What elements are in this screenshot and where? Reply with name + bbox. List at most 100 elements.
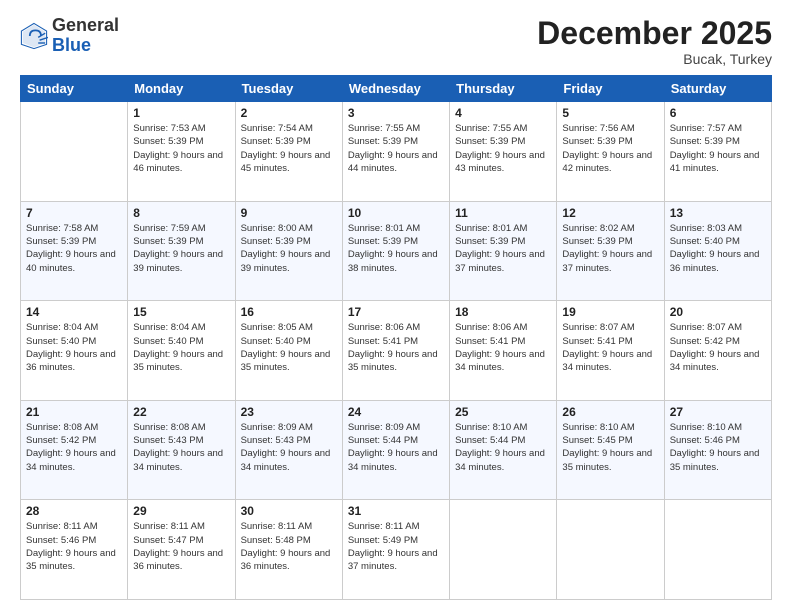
cell-info: Sunrise: 8:06 AMSunset: 5:41 PMDaylight:… xyxy=(455,321,551,374)
day-cell: 18 Sunrise: 8:06 AMSunset: 5:41 PMDayligh… xyxy=(450,301,557,401)
day-cell: 20 Sunrise: 8:07 AMSunset: 5:42 PMDayligh… xyxy=(664,301,771,401)
cell-info: Sunrise: 7:58 AMSunset: 5:39 PMDaylight:… xyxy=(26,222,122,275)
cell-info: Sunrise: 8:09 AMSunset: 5:44 PMDaylight:… xyxy=(348,421,444,474)
day-cell: 10Sunrise: 8:01 AMSunset: 5:39 PMDayligh… xyxy=(342,201,449,301)
week-row-4: 21Sunrise: 8:08 AMSunset: 5:42 PMDayligh… xyxy=(21,400,772,500)
day-cell: 15Sunrise: 8:04 AMSunset: 5:40 PMDayligh… xyxy=(128,301,235,401)
day-number: 14 xyxy=(26,305,122,319)
day-cell: 5 Sunrise: 7:56 AMSunset: 5:39 PMDaylight… xyxy=(557,102,664,202)
day-cell: 17 Sunrise: 8:06 AMSunset: 5:41 PMDayligh… xyxy=(342,301,449,401)
day-cell: 29 Sunrise: 8:11 AMSunset: 5:47 PMDayligh… xyxy=(128,500,235,600)
day-cell: 16 Sunrise: 8:05 AMSunset: 5:40 PMDayligh… xyxy=(235,301,342,401)
week-row-5: 28 Sunrise: 8:11 AMSunset: 5:46 PMDayligh… xyxy=(21,500,772,600)
day-number: 6 xyxy=(670,106,766,120)
day-number: 12 xyxy=(562,206,658,220)
day-cell: 12 Sunrise: 8:02 AMSunset: 5:39 PMDayligh… xyxy=(557,201,664,301)
day-cell: 11Sunrise: 8:01 AMSunset: 5:39 PMDayligh… xyxy=(450,201,557,301)
day-number: 4 xyxy=(455,106,551,120)
day-number: 16 xyxy=(241,305,337,319)
day-cell: 6Sunrise: 7:57 AMSunset: 5:39 PMDaylight… xyxy=(664,102,771,202)
day-number: 18 xyxy=(455,305,551,319)
day-cell xyxy=(664,500,771,600)
day-number: 11 xyxy=(455,206,551,220)
day-number: 5 xyxy=(562,106,658,120)
day-number: 9 xyxy=(241,206,337,220)
day-cell: 26 Sunrise: 8:10 AMSunset: 5:45 PMDayligh… xyxy=(557,400,664,500)
cell-info: Sunrise: 7:54 AMSunset: 5:39 PMDaylight:… xyxy=(241,122,337,175)
day-cell: 1Sunrise: 7:53 AMSunset: 5:39 PMDaylight… xyxy=(128,102,235,202)
week-row-1: 1Sunrise: 7:53 AMSunset: 5:39 PMDaylight… xyxy=(21,102,772,202)
day-number: 15 xyxy=(133,305,229,319)
col-header-monday: Monday xyxy=(128,76,235,102)
day-cell: 30 Sunrise: 8:11 AMSunset: 5:48 PMDayligh… xyxy=(235,500,342,600)
day-cell: 31 Sunrise: 8:11 AMSunset: 5:49 PMDayligh… xyxy=(342,500,449,600)
day-cell: 19 Sunrise: 8:07 AMSunset: 5:41 PMDayligh… xyxy=(557,301,664,401)
cell-info: Sunrise: 8:02 AMSunset: 5:39 PMDaylight:… xyxy=(562,222,658,275)
cell-info: Sunrise: 8:00 AMSunset: 5:39 PMDaylight:… xyxy=(241,222,337,275)
logo-blue: Blue xyxy=(52,36,119,56)
cell-info: Sunrise: 8:04 AMSunset: 5:40 PMDaylight:… xyxy=(26,321,122,374)
day-cell: 22Sunrise: 8:08 AMSunset: 5:43 PMDayligh… xyxy=(128,400,235,500)
day-number: 22 xyxy=(133,405,229,419)
cell-info: Sunrise: 8:11 AMSunset: 5:49 PMDaylight:… xyxy=(348,520,444,573)
day-cell: 9 Sunrise: 8:00 AMSunset: 5:39 PMDaylight… xyxy=(235,201,342,301)
day-number: 19 xyxy=(562,305,658,319)
col-header-sunday: Sunday xyxy=(21,76,128,102)
cell-info: Sunrise: 8:06 AMSunset: 5:41 PMDaylight:… xyxy=(348,321,444,374)
day-cell: 24 Sunrise: 8:09 AMSunset: 5:44 PMDayligh… xyxy=(342,400,449,500)
cell-info: Sunrise: 8:11 AMSunset: 5:46 PMDaylight:… xyxy=(26,520,122,573)
day-number: 30 xyxy=(241,504,337,518)
day-number: 20 xyxy=(670,305,766,319)
day-cell xyxy=(557,500,664,600)
day-number: 26 xyxy=(562,405,658,419)
cell-info: Sunrise: 8:08 AMSunset: 5:42 PMDaylight:… xyxy=(26,421,122,474)
logo-icon xyxy=(20,22,48,50)
cell-info: Sunrise: 8:07 AMSunset: 5:42 PMDaylight:… xyxy=(670,321,766,374)
day-number: 29 xyxy=(133,504,229,518)
day-number: 17 xyxy=(348,305,444,319)
header-row: SundayMondayTuesdayWednesdayThursdayFrid… xyxy=(21,76,772,102)
day-cell: 3Sunrise: 7:55 AMSunset: 5:39 PMDaylight… xyxy=(342,102,449,202)
week-row-2: 7 Sunrise: 7:58 AMSunset: 5:39 PMDaylight… xyxy=(21,201,772,301)
logo: General Blue xyxy=(20,16,119,56)
day-cell: 28 Sunrise: 8:11 AMSunset: 5:46 PMDayligh… xyxy=(21,500,128,600)
day-number: 25 xyxy=(455,405,551,419)
day-cell: 21Sunrise: 8:08 AMSunset: 5:42 PMDayligh… xyxy=(21,400,128,500)
cell-info: Sunrise: 8:11 AMSunset: 5:48 PMDaylight:… xyxy=(241,520,337,573)
col-header-tuesday: Tuesday xyxy=(235,76,342,102)
page: General Blue December 2025 Bucak, Turkey… xyxy=(0,0,792,612)
day-number: 31 xyxy=(348,504,444,518)
month-title: December 2025 xyxy=(537,16,772,51)
cell-info: Sunrise: 8:07 AMSunset: 5:41 PMDaylight:… xyxy=(562,321,658,374)
col-header-wednesday: Wednesday xyxy=(342,76,449,102)
day-number: 8 xyxy=(133,206,229,220)
day-number: 23 xyxy=(241,405,337,419)
day-number: 28 xyxy=(26,504,122,518)
day-number: 2 xyxy=(241,106,337,120)
cell-info: Sunrise: 7:55 AMSunset: 5:39 PMDaylight:… xyxy=(348,122,444,175)
cell-info: Sunrise: 8:10 AMSunset: 5:45 PMDaylight:… xyxy=(562,421,658,474)
day-cell: 2 Sunrise: 7:54 AMSunset: 5:39 PMDaylight… xyxy=(235,102,342,202)
cell-info: Sunrise: 7:59 AMSunset: 5:39 PMDaylight:… xyxy=(133,222,229,275)
col-header-friday: Friday xyxy=(557,76,664,102)
cell-info: Sunrise: 8:10 AMSunset: 5:44 PMDaylight:… xyxy=(455,421,551,474)
logo-text: General Blue xyxy=(52,16,119,56)
logo-general: General xyxy=(52,16,119,36)
day-cell: 4Sunrise: 7:55 AMSunset: 5:39 PMDaylight… xyxy=(450,102,557,202)
day-cell: 25 Sunrise: 8:10 AMSunset: 5:44 PMDayligh… xyxy=(450,400,557,500)
cell-info: Sunrise: 8:11 AMSunset: 5:47 PMDaylight:… xyxy=(133,520,229,573)
cell-info: Sunrise: 7:53 AMSunset: 5:39 PMDaylight:… xyxy=(133,122,229,175)
day-number: 10 xyxy=(348,206,444,220)
col-header-saturday: Saturday xyxy=(664,76,771,102)
cell-info: Sunrise: 7:56 AMSunset: 5:39 PMDaylight:… xyxy=(562,122,658,175)
day-cell: 8 Sunrise: 7:59 AMSunset: 5:39 PMDaylight… xyxy=(128,201,235,301)
day-cell: 13Sunrise: 8:03 AMSunset: 5:40 PMDayligh… xyxy=(664,201,771,301)
header: General Blue December 2025 Bucak, Turkey xyxy=(20,16,772,67)
col-header-thursday: Thursday xyxy=(450,76,557,102)
cell-info: Sunrise: 8:05 AMSunset: 5:40 PMDaylight:… xyxy=(241,321,337,374)
day-number: 7 xyxy=(26,206,122,220)
day-number: 24 xyxy=(348,405,444,419)
title-area: December 2025 Bucak, Turkey xyxy=(537,16,772,67)
day-cell: 23Sunrise: 8:09 AMSunset: 5:43 PMDayligh… xyxy=(235,400,342,500)
location: Bucak, Turkey xyxy=(537,51,772,67)
